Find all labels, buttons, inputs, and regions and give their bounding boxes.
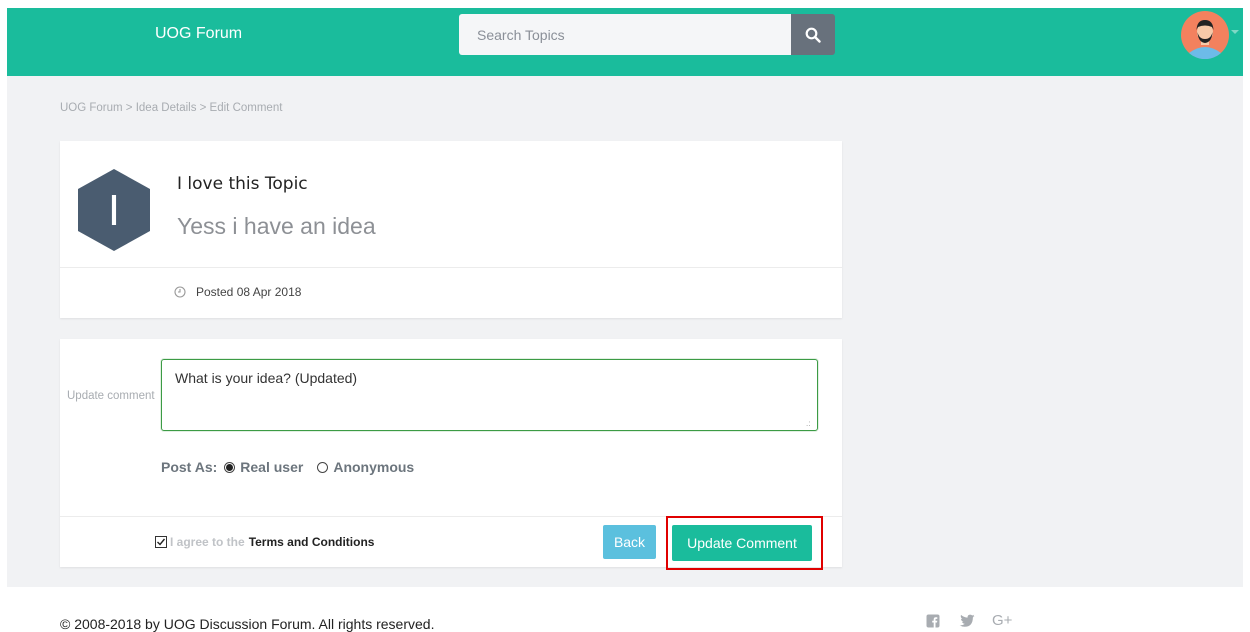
radio-anonymous[interactable] <box>317 461 329 473</box>
resize-grip-icon[interactable]: .: <box>806 420 810 428</box>
topic-subtitle: Yess i have an idea <box>177 213 376 239</box>
agree-text: I agree to the <box>170 535 245 549</box>
search-icon <box>805 27 821 43</box>
divider <box>60 267 842 268</box>
user-avatar[interactable] <box>1181 11 1229 59</box>
post-as-label: Post As: <box>161 459 218 475</box>
radio-anonymous-label[interactable]: Anonymous <box>333 459 414 475</box>
agree-checkbox[interactable] <box>155 536 167 548</box>
search-button[interactable] <box>791 14 835 55</box>
update-comment-label: Update comment <box>67 390 155 402</box>
footer-copyright: © 2008-2018 by UOG Discussion Forum. All… <box>60 616 435 632</box>
radio-real-user[interactable] <box>224 461 236 473</box>
chevron-down-icon[interactable] <box>1231 30 1239 34</box>
comment-textarea[interactable]: What is your idea? (Updated) <box>161 359 818 431</box>
facebook-icon[interactable] <box>926 614 940 628</box>
topic-title: I love this Topic <box>177 174 308 194</box>
topic-avatar-letter: I <box>108 186 120 235</box>
checkmark-icon <box>157 538 166 546</box>
search-input[interactable] <box>459 14 791 55</box>
post-meta: Posted 08 Apr 2018 <box>174 285 301 299</box>
back-button[interactable]: Back <box>603 525 656 559</box>
highlight-box <box>666 516 823 570</box>
topic-avatar: I <box>78 169 150 251</box>
post-as-group: Post As: Real user Anonymous <box>161 459 414 475</box>
breadcrumb: UOG Forum > Idea Details > Edit Comment <box>60 102 283 114</box>
terms-agreement: I agree to the Terms and Conditions <box>155 535 374 549</box>
twitter-icon[interactable] <box>959 614 975 628</box>
brand-link[interactable]: UOG Forum <box>155 25 242 43</box>
clock-icon <box>174 286 186 298</box>
radio-real-user-label[interactable]: Real user <box>240 459 303 475</box>
terms-link[interactable]: Terms and Conditions <box>249 535 375 549</box>
google-plus-icon[interactable]: G+ <box>992 612 1012 629</box>
posted-date: Posted 08 Apr 2018 <box>196 285 302 299</box>
topic-card: I I love this Topic Yess i have an idea … <box>60 141 842 318</box>
